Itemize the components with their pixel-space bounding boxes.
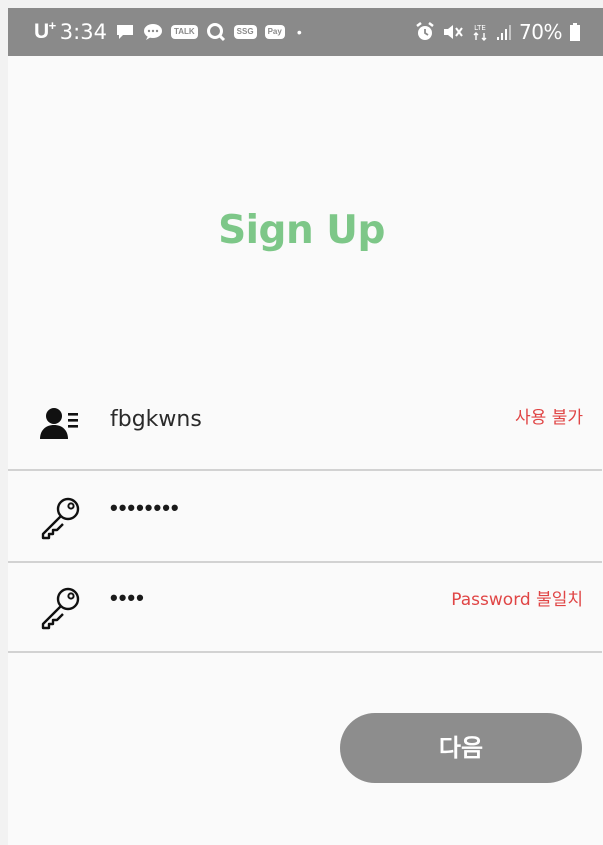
next-button[interactable]: 다음 bbox=[340, 713, 582, 783]
lte-icon: LTE bbox=[471, 22, 489, 42]
pay-icon: Pay bbox=[264, 25, 285, 39]
user-id-input[interactable]: fbgkwns bbox=[110, 407, 202, 432]
carrier-label: U+ bbox=[34, 18, 56, 43]
page-title: Sign Up bbox=[218, 208, 385, 253]
alarm-icon bbox=[415, 22, 435, 42]
password-row[interactable]: •••••••• bbox=[8, 473, 603, 563]
user-id-row[interactable]: fbgkwns 사용 불가 bbox=[8, 381, 603, 471]
status-bar-left: U+ 3:34 TALK SSG Pay • bbox=[34, 8, 302, 56]
talk-icon: TALK bbox=[170, 25, 198, 39]
message-icon bbox=[115, 23, 135, 41]
mute-icon bbox=[442, 22, 464, 42]
notification-more-dot: • bbox=[296, 24, 302, 40]
user-id-error: 사용 불가 bbox=[515, 408, 583, 428]
user-id-underline bbox=[8, 469, 602, 471]
password-confirm-row[interactable]: •••• Password 불일치 bbox=[8, 563, 603, 653]
signal-icon bbox=[496, 23, 512, 41]
svg-text:LTE: LTE bbox=[474, 24, 486, 32]
battery-percent: 70% bbox=[519, 20, 562, 44]
status-bar: U+ 3:34 TALK SSG Pay • LTE 70% bbox=[8, 8, 603, 56]
password-mismatch-error: Password 불일치 bbox=[451, 590, 583, 610]
app-screen: U+ 3:34 TALK SSG Pay • LTE 70% Sign Up f… bbox=[8, 8, 603, 845]
password-confirm-input[interactable]: •••• bbox=[110, 585, 145, 611]
ssg-icon: SSG bbox=[233, 25, 257, 39]
password-confirm-underline bbox=[8, 651, 602, 653]
password-input[interactable]: •••••••• bbox=[110, 495, 180, 521]
clock-time: 3:34 bbox=[59, 20, 107, 44]
chat-bubble-icon bbox=[143, 23, 163, 41]
key-icon bbox=[36, 493, 84, 541]
key-icon bbox=[36, 583, 84, 631]
search-q-icon bbox=[206, 22, 226, 42]
status-bar-right: LTE 70% bbox=[415, 8, 581, 56]
battery-icon bbox=[569, 22, 581, 42]
user-card-icon bbox=[36, 401, 84, 449]
